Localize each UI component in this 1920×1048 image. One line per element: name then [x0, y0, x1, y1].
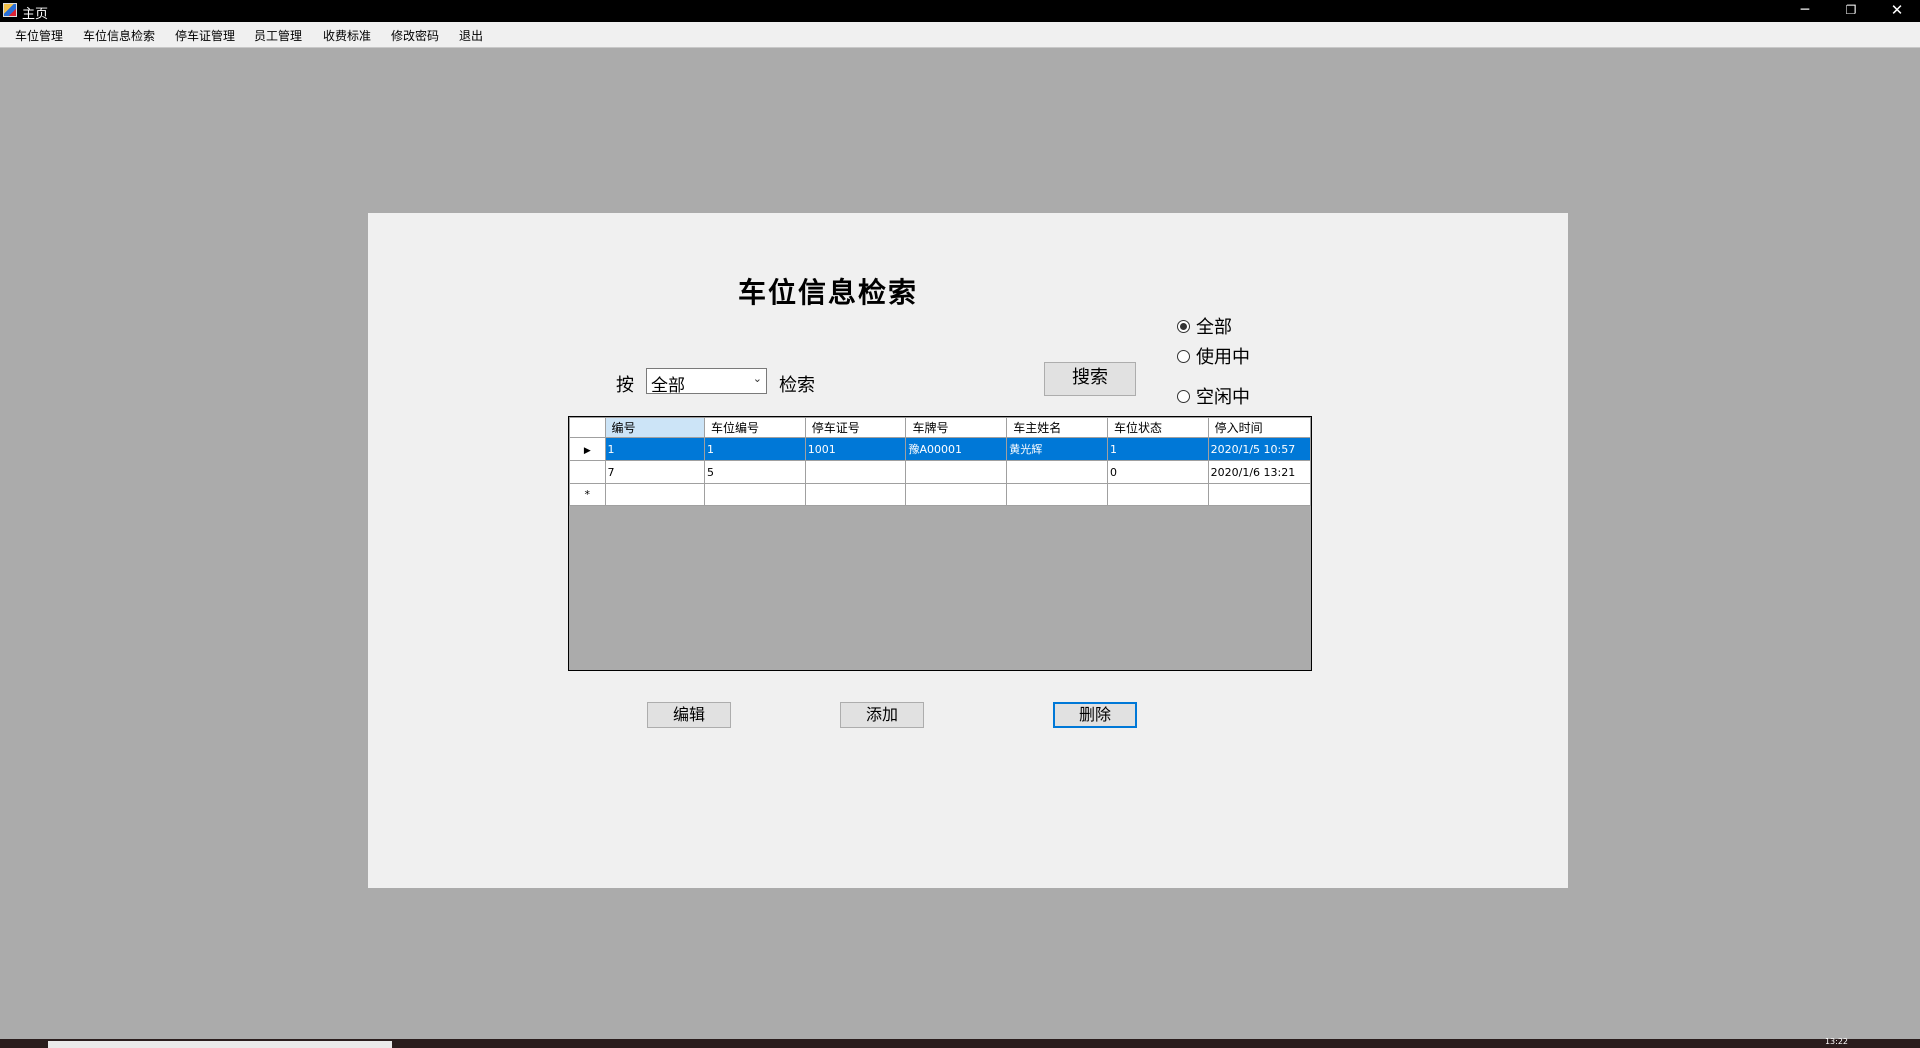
- window-title: 主页: [22, 7, 49, 22]
- radio-unchecked-icon: [1177, 349, 1190, 363]
- new-row[interactable]: *: [569, 483, 1312, 506]
- search-field-value: 全部: [651, 376, 685, 396]
- taskbar: 13:22: [0, 1037, 1920, 1048]
- radio-unchecked-icon: [1177, 389, 1190, 403]
- taskbar-clock: 13:22: [1824, 1037, 1848, 1046]
- menu-change-password[interactable]: 修改密码: [391, 27, 439, 44]
- table-cell[interactable]: [1006, 483, 1108, 506]
- filter-radio-in-use[interactable]: 使用中: [1177, 343, 1250, 369]
- search-field-select[interactable]: 全部 ⌄: [646, 368, 767, 396]
- menu-parking-info-search[interactable]: 车位信息检索: [83, 27, 155, 44]
- filter-radio-vacant-label: 空闲中: [1196, 387, 1250, 408]
- chevron-down-icon: ⌄: [752, 372, 762, 385]
- table-cell[interactable]: [905, 460, 1008, 484]
- menu-bar: 车位管理 车位信息检索 停车证管理 员工管理 收费标准 修改密码 退出: [0, 22, 1920, 48]
- table-cell[interactable]: [804, 483, 907, 506]
- parking-data-grid[interactable]: 编号 车位编号 停车证号 车牌号 车主姓名 车位状态 停入时间 ▶ 1 1 10…: [568, 416, 1312, 671]
- filter-radio-in-use-label: 使用中: [1196, 347, 1250, 368]
- menu-parking-space-management[interactable]: 车位管理: [15, 27, 63, 44]
- table-cell[interactable]: [1106, 483, 1209, 506]
- column-header-owner-name[interactable]: 车主姓名: [1006, 417, 1108, 438]
- table-cell[interactable]: 1: [604, 437, 706, 461]
- table-cell[interactable]: [1207, 483, 1312, 506]
- by-label: 按: [616, 375, 634, 396]
- table-cell[interactable]: 1: [1106, 437, 1209, 461]
- table-cell[interactable]: 黄光辉: [1006, 437, 1108, 461]
- search-suffix-label: 检索: [779, 375, 815, 396]
- row-header-corner: [569, 417, 606, 438]
- table-row[interactable]: ▶ 1 1 1001 豫A00001 黄光辉 1 2020/1/5 10:57: [569, 437, 1312, 461]
- filter-radio-all-label: 全部: [1196, 317, 1232, 338]
- table-cell[interactable]: 2020/1/6 13:21: [1207, 460, 1312, 484]
- restore-icon[interactable]: ❐: [1828, 0, 1874, 22]
- table-row[interactable]: 7 5 0 2020/1/6 13:21: [569, 460, 1312, 484]
- column-header-permit-number[interactable]: 停车证号: [804, 417, 907, 438]
- table-cell[interactable]: 0: [1106, 460, 1209, 484]
- add-button[interactable]: 添加: [840, 702, 924, 728]
- table-cell[interactable]: 7: [604, 460, 706, 484]
- table-cell[interactable]: 1: [704, 437, 806, 461]
- menu-parking-permit-management[interactable]: 停车证管理: [175, 27, 235, 44]
- page-title: 车位信息检索: [737, 276, 918, 309]
- column-header-entry-time[interactable]: 停入时间: [1207, 417, 1312, 438]
- column-header-space-number[interactable]: 车位编号: [704, 417, 806, 438]
- title-bar: 主页 ─ ❐ ✕: [0, 0, 1920, 22]
- row-header[interactable]: *: [569, 483, 606, 506]
- radio-checked-icon: [1177, 319, 1190, 333]
- delete-button[interactable]: 删除: [1053, 702, 1137, 728]
- table-cell[interactable]: [905, 483, 1008, 506]
- table-cell[interactable]: 豫A00001: [905, 437, 1008, 461]
- table-cell[interactable]: [1006, 460, 1108, 484]
- row-header[interactable]: [569, 460, 606, 484]
- grid-header-row: 编号 车位编号 停车证号 车牌号 车主姓名 车位状态 停入时间: [569, 417, 1312, 438]
- row-header[interactable]: ▶: [569, 437, 606, 461]
- search-form-panel: 车位信息检索 按 全部 ⌄ 检索 搜索 全部 使用中 空闲中 编号 车位编号 停…: [368, 213, 1568, 888]
- column-header-space-status[interactable]: 车位状态: [1106, 417, 1209, 438]
- table-cell[interactable]: 1001: [804, 437, 907, 461]
- menu-fee-standard[interactable]: 收费标准: [323, 27, 371, 44]
- app-icon: [3, 3, 17, 17]
- current-row-icon: ▶: [583, 445, 591, 456]
- filter-radio-vacant[interactable]: 空闲中: [1177, 383, 1250, 409]
- menu-employee-management[interactable]: 员工管理: [254, 27, 302, 44]
- search-button[interactable]: 搜索: [1044, 362, 1136, 396]
- table-cell[interactable]: [704, 483, 806, 506]
- column-header-id[interactable]: 编号: [604, 417, 706, 438]
- menu-exit[interactable]: 退出: [459, 27, 483, 44]
- close-icon[interactable]: ✕: [1874, 0, 1920, 22]
- new-row-icon: *: [584, 488, 591, 501]
- minimize-icon[interactable]: ─: [1782, 0, 1828, 22]
- table-cell[interactable]: [604, 483, 706, 506]
- edit-button[interactable]: 编辑: [647, 702, 731, 728]
- filter-radio-all[interactable]: 全部: [1177, 313, 1232, 339]
- column-header-plate-number[interactable]: 车牌号: [905, 417, 1008, 438]
- taskbar-search-box[interactable]: [48, 1041, 392, 1048]
- table-cell[interactable]: [804, 460, 907, 484]
- table-cell[interactable]: 5: [704, 460, 806, 484]
- table-cell[interactable]: 2020/1/5 10:57: [1207, 437, 1312, 461]
